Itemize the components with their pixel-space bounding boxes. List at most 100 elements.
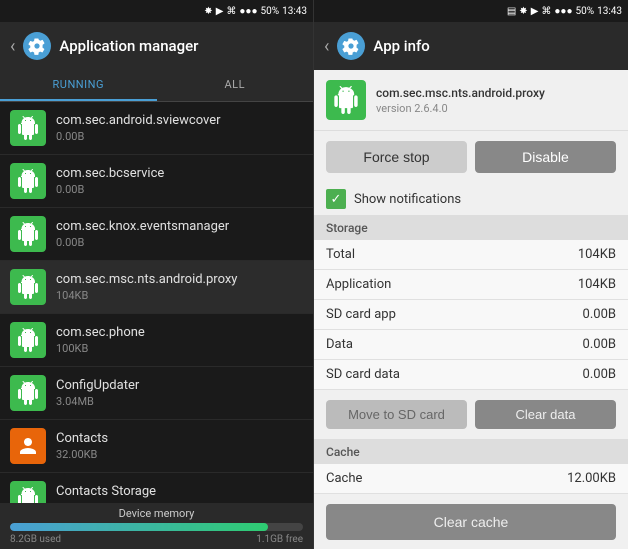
- list-item[interactable]: com.sec.knox.eventsmanager 0.00B: [0, 208, 313, 261]
- tab-all[interactable]: ALL: [157, 70, 314, 101]
- app-info-knox: com.sec.knox.eventsmanager 0.00B: [56, 219, 303, 249]
- application-label: Application: [326, 277, 391, 292]
- left-status-icons: ✸ ▶ ⌘ ●●● 50% 13:43: [204, 6, 307, 17]
- left-header-title: Application manager: [59, 37, 198, 55]
- app-name: com.sec.phone: [56, 325, 303, 340]
- data-value: 0.00B: [583, 337, 616, 352]
- clear-data-button[interactable]: Clear data: [475, 400, 616, 429]
- app-icon-knox: [10, 216, 46, 252]
- right-time: 13:43: [597, 6, 622, 17]
- list-item[interactable]: com.sec.phone 100KB: [0, 314, 313, 367]
- left-panel: ✸ ▶ ⌘ ●●● 50% 13:43 ‹ Application manage…: [0, 0, 314, 549]
- app-info-configupdater: ConfigUpdater 3.04MB: [56, 378, 303, 408]
- notifications-label: Show notifications: [354, 192, 461, 207]
- right-header-title: App info: [373, 37, 429, 55]
- app-icon-proxy: [10, 269, 46, 305]
- sdcard-label: SD card app: [326, 307, 396, 322]
- left-header: ‹ Application manager: [0, 22, 313, 70]
- storage-sdcard-data-row: SD card data 0.00B: [314, 360, 628, 390]
- cache-label: Cache: [326, 471, 362, 486]
- sdcard-value: 0.00B: [583, 307, 616, 322]
- app-name: com.sec.bcservice: [56, 166, 303, 181]
- clear-cache-button[interactable]: Clear cache: [326, 504, 616, 540]
- cache-action-buttons: Clear cache: [314, 494, 628, 549]
- memory-free: 1.1GB free: [256, 534, 303, 545]
- storage-sdcard-row: SD card app 0.00B: [314, 300, 628, 330]
- disable-button[interactable]: Disable: [475, 141, 616, 173]
- bluetooth-icon: ✸: [204, 6, 212, 17]
- device-memory-label: Device memory: [10, 507, 303, 520]
- sdcard-data-label: SD card data: [326, 367, 400, 382]
- storage-section-header: Storage: [314, 216, 628, 240]
- cache-value: 12.00KB: [567, 471, 616, 486]
- battery-text: 50%: [261, 6, 280, 17]
- app-name: Contacts: [56, 431, 303, 446]
- sdcard-data-value: 0.00B: [583, 367, 616, 382]
- signal-icon: ●●●: [239, 6, 257, 17]
- app-size: 104KB: [56, 289, 303, 302]
- total-value: 104KB: [578, 247, 616, 262]
- right-panel: ▤ ✸ ▶ ⌘ ●●● 50% 13:43 ‹ App info com.sec…: [314, 0, 628, 549]
- main-action-buttons: Force stop Disable: [314, 131, 628, 183]
- app-info-contacts: Contacts 32.00KB: [56, 431, 303, 461]
- right-battery-text: 50%: [576, 6, 595, 17]
- settings-gear-icon: [23, 32, 51, 60]
- right-screenshot-icon: ▤: [507, 6, 516, 17]
- memory-bar-container: [10, 523, 303, 531]
- app-icon-bcservice: [10, 163, 46, 199]
- back-button-left[interactable]: ‹: [10, 36, 15, 57]
- tab-running[interactable]: RUNNING: [0, 70, 157, 101]
- app-icon-phone: [10, 322, 46, 358]
- app-name: Contacts Storage: [56, 484, 303, 499]
- app-size: 3.04MB: [56, 395, 303, 408]
- app-size: 0.00B: [56, 130, 303, 143]
- app-size: 32.00KB: [56, 448, 303, 461]
- list-item[interactable]: com.sec.bcservice 0.00B: [0, 155, 313, 208]
- list-item[interactable]: com.sec.msc.nts.android.proxy 104KB: [0, 261, 313, 314]
- app-size: 0.00B: [56, 183, 303, 196]
- app-info-text: com.sec.msc.nts.android.proxy version 2.…: [376, 86, 545, 115]
- app-info-contacts-storage: Contacts Storage 27.98MB: [56, 484, 303, 503]
- force-stop-button[interactable]: Force stop: [326, 141, 467, 173]
- move-to-sd-button[interactable]: Move to SD card: [326, 400, 467, 429]
- list-item[interactable]: Contacts Storage 27.98MB: [0, 473, 313, 503]
- wifi-icon: ⌘: [226, 6, 236, 17]
- cache-section-header: Cache: [314, 440, 628, 464]
- app-name: com.sec.knox.eventsmanager: [56, 219, 303, 234]
- storage-total-row: Total 104KB: [314, 240, 628, 270]
- app-icon-sviewcover: [10, 110, 46, 146]
- data-label: Data: [326, 337, 353, 352]
- total-label: Total: [326, 247, 355, 262]
- app-package-name: com.sec.msc.nts.android.proxy: [376, 86, 545, 100]
- app-icon-contacts-storage: [10, 481, 46, 503]
- right-bluetooth-icon: ✸: [519, 6, 527, 17]
- show-notifications-row[interactable]: ✓ Show notifications: [314, 183, 628, 216]
- app-icon-configupdater: [10, 375, 46, 411]
- storage-application-row: Application 104KB: [314, 270, 628, 300]
- app-info-header-row: com.sec.msc.nts.android.proxy version 2.…: [314, 70, 628, 131]
- app-size: 100KB: [56, 342, 303, 355]
- right-status-icons: ▤ ✸ ▶ ⌘ ●●● 50% 13:43: [507, 6, 622, 17]
- app-name: ConfigUpdater: [56, 378, 303, 393]
- right-wifi-icon: ⌘: [541, 6, 551, 17]
- notifications-checkbox[interactable]: ✓: [326, 189, 346, 209]
- device-memory-bar: Device memory 8.2GB used 1.1GB free: [0, 503, 313, 549]
- memory-info: 8.2GB used 1.1GB free: [10, 534, 303, 545]
- app-info-bcservice: com.sec.bcservice 0.00B: [56, 166, 303, 196]
- list-item[interactable]: ConfigUpdater 3.04MB: [0, 367, 313, 420]
- application-value: 104KB: [578, 277, 616, 292]
- app-info-app-icon: [326, 80, 366, 120]
- time-left: 13:43: [282, 6, 307, 17]
- storage-data-row: Data 0.00B: [314, 330, 628, 360]
- list-item[interactable]: Contacts 32.00KB: [0, 420, 313, 473]
- cache-row: Cache 12.00KB: [314, 464, 628, 494]
- app-info-proxy: com.sec.msc.nts.android.proxy 104KB: [56, 272, 303, 302]
- right-header: ‹ App info: [314, 22, 628, 70]
- back-button-right[interactable]: ‹: [324, 36, 329, 57]
- memory-used: 8.2GB used: [10, 534, 61, 545]
- right-signal-icon: ●●●: [554, 6, 572, 17]
- mute-icon: ▶: [216, 6, 224, 17]
- list-item[interactable]: com.sec.android.sviewcover 0.00B: [0, 102, 313, 155]
- right-mute-icon: ▶: [531, 6, 539, 17]
- app-info-phone: com.sec.phone 100KB: [56, 325, 303, 355]
